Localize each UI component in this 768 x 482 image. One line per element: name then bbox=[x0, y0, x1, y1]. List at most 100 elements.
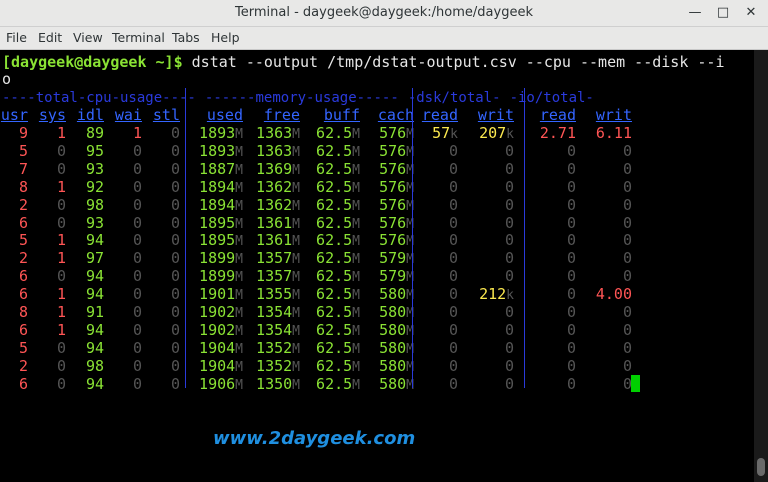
cell-dsk-read: 0 bbox=[448, 374, 458, 393]
cell-io-writ: 0 bbox=[622, 267, 632, 286]
cell-idl: 93 bbox=[85, 159, 104, 178]
cell-dsk-read: 0 bbox=[448, 177, 458, 196]
cell-wai: 0 bbox=[132, 320, 142, 339]
cell-usr: 8 bbox=[18, 303, 28, 321]
unit-suffix: M bbox=[292, 288, 300, 304]
unit-suffix: M bbox=[352, 323, 360, 339]
header-usr: usr bbox=[0, 106, 28, 124]
cell-dsk-read: 0 bbox=[448, 320, 458, 339]
cell-stl: 0 bbox=[170, 213, 180, 232]
menu-tabs[interactable]: Tabs bbox=[172, 30, 200, 45]
command-line: [daygeek@daygeek ~]$ dstat --output /tmp… bbox=[2, 53, 724, 71]
cell-usr: 5 bbox=[18, 338, 28, 357]
cell-dsk-read: 0 bbox=[448, 159, 458, 178]
menu-help[interactable]: Help bbox=[211, 30, 240, 45]
cell-io-read: 0 bbox=[566, 303, 576, 321]
command-wrap: o bbox=[2, 70, 12, 88]
cell-io-read: 0 bbox=[566, 195, 576, 214]
cell-sys: 1 bbox=[56, 303, 66, 321]
cell-sys: 0 bbox=[56, 374, 66, 393]
unit-suffix: M bbox=[352, 288, 360, 304]
cell-io-read: 0 bbox=[566, 374, 576, 393]
cell-dsk-read: 0 bbox=[448, 195, 458, 214]
header-free: free bbox=[263, 106, 300, 124]
unit-suffix: M bbox=[352, 359, 360, 375]
unit-suffix: M bbox=[292, 234, 300, 250]
cell-usr: 6 bbox=[18, 285, 28, 304]
unit-suffix: M bbox=[235, 323, 243, 339]
unit-suffix: M bbox=[352, 270, 360, 286]
maximize-icon[interactable]: □ bbox=[714, 4, 732, 22]
cell-dsk-read: 0 bbox=[448, 249, 458, 268]
cell-dsk-read: 0 bbox=[448, 231, 458, 250]
cell-dsk-read: 0 bbox=[448, 267, 458, 286]
unit-suffix: M bbox=[352, 144, 360, 160]
cell-sys: 1 bbox=[56, 285, 66, 304]
cell-io-writ: 0 bbox=[622, 141, 632, 160]
unit-suffix: M bbox=[292, 359, 300, 375]
cell-io-read: 0 bbox=[566, 356, 576, 375]
cell-wai: 0 bbox=[132, 231, 142, 250]
unit-suffix: M bbox=[235, 162, 243, 178]
cell-usr: 6 bbox=[18, 374, 28, 393]
cell-sys: 0 bbox=[56, 267, 66, 286]
header-idl: idl bbox=[76, 106, 104, 124]
cell-usr: 5 bbox=[18, 141, 28, 160]
terminal-area[interactable]: [daygeek@daygeek ~]$ dstat --output /tmp… bbox=[0, 50, 754, 482]
watermark: www.2daygeek.com bbox=[213, 428, 416, 449]
cell-stl: 0 bbox=[170, 177, 180, 196]
unit-suffix: M bbox=[352, 127, 360, 142]
terminal-cursor bbox=[631, 375, 640, 392]
menu-terminal[interactable]: Terminal bbox=[112, 30, 165, 45]
cell-usr: 6 bbox=[18, 320, 28, 339]
unit-suffix: k bbox=[506, 288, 514, 304]
menu-edit[interactable]: Edit bbox=[38, 30, 62, 45]
close-icon[interactable]: ✕ bbox=[742, 4, 760, 22]
cell-free: 1350M bbox=[256, 374, 300, 393]
cell-wai: 0 bbox=[132, 303, 142, 321]
column-separator bbox=[185, 88, 186, 388]
cell-io-writ: 0 bbox=[622, 195, 632, 214]
cell-io-writ: 4.00 bbox=[595, 285, 632, 304]
cell-idl: 94 bbox=[85, 374, 104, 393]
scrollbar[interactable] bbox=[754, 50, 768, 482]
cell-io-read: 0 bbox=[566, 213, 576, 232]
unit-suffix: M bbox=[292, 198, 300, 214]
menu-bar: File Edit View Terminal Tabs Help bbox=[0, 27, 768, 50]
cell-sys: 1 bbox=[56, 320, 66, 339]
header-io-read: read bbox=[539, 106, 576, 124]
cell-usr: 6 bbox=[18, 213, 28, 232]
window-title: Terminal - daygeek@daygeek:/home/daygeek bbox=[235, 5, 533, 20]
cell-idl: 93 bbox=[85, 213, 104, 232]
cell-stl: 0 bbox=[170, 124, 180, 142]
cell-io-read: 0 bbox=[566, 338, 576, 357]
cell-usr: 2 bbox=[18, 249, 28, 268]
column-separator bbox=[524, 88, 525, 388]
column-separator bbox=[412, 88, 413, 388]
header-used: used bbox=[206, 106, 243, 124]
unit-suffix: M bbox=[292, 216, 300, 232]
title-bar: Terminal - daygeek@daygeek:/home/daygeek… bbox=[0, 0, 768, 27]
cell-usr: 2 bbox=[18, 195, 28, 214]
unit-suffix: M bbox=[235, 252, 243, 268]
unit-suffix: k bbox=[450, 127, 458, 142]
minimize-icon[interactable]: — bbox=[686, 4, 704, 22]
unit-suffix: M bbox=[352, 252, 360, 268]
unit-suffix: M bbox=[235, 288, 243, 304]
scrollbar-thumb[interactable] bbox=[757, 458, 765, 476]
unit-suffix: M bbox=[235, 306, 243, 321]
cell-io-read: 0 bbox=[566, 249, 576, 268]
cell-usr: 8 bbox=[18, 177, 28, 196]
unit-suffix: M bbox=[235, 234, 243, 250]
cell-dsk-writ: 0 bbox=[504, 141, 514, 160]
cell-sys: 0 bbox=[56, 159, 66, 178]
unit-suffix: M bbox=[235, 359, 243, 375]
group-header-line: ----total-cpu-usage---- ------memory-usa… bbox=[2, 88, 594, 107]
cell-stl: 0 bbox=[170, 338, 180, 357]
cell-sys: 1 bbox=[56, 177, 66, 196]
menu-view[interactable]: View bbox=[73, 30, 103, 45]
cell-stl: 0 bbox=[170, 320, 180, 339]
cell-dsk-writ: 0 bbox=[504, 249, 514, 268]
cell-used: 1906M bbox=[199, 374, 243, 393]
menu-file[interactable]: File bbox=[6, 30, 27, 45]
